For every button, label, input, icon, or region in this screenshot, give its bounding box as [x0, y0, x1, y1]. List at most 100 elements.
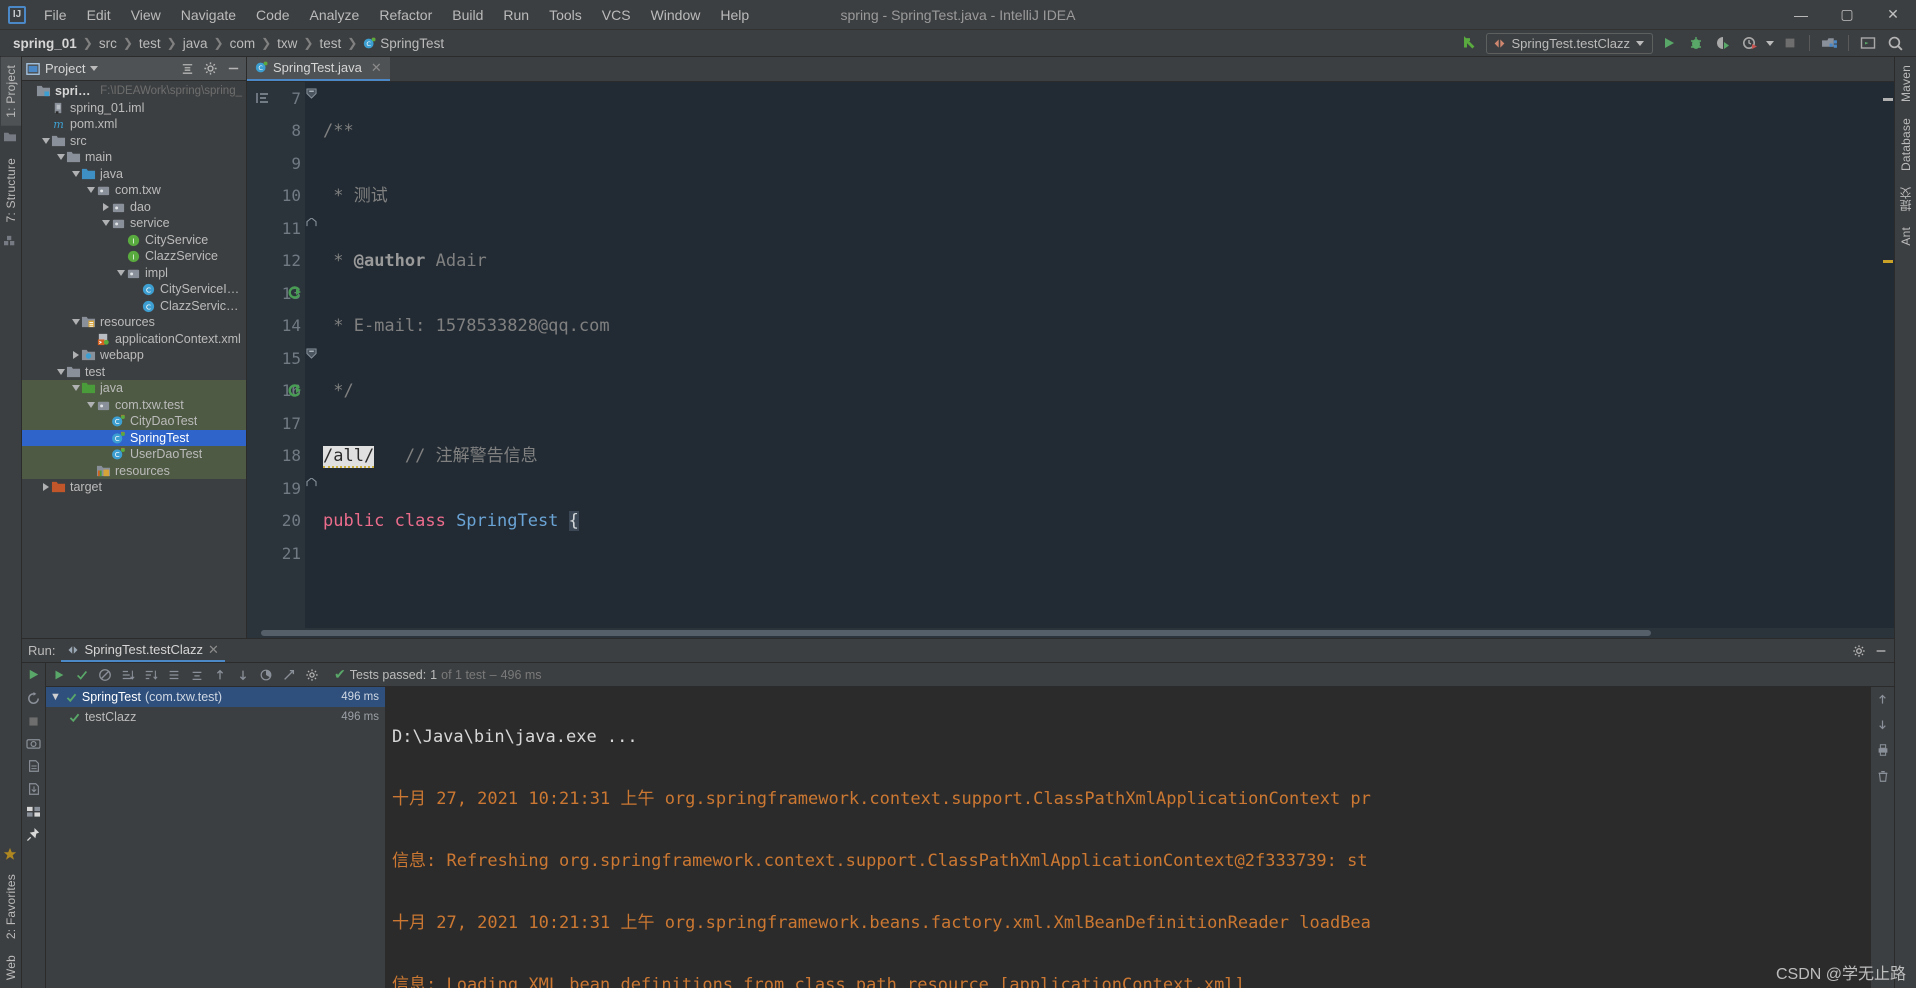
- close-icon[interactable]: ✕: [371, 60, 382, 76]
- menu-run[interactable]: Run: [493, 3, 539, 27]
- trash-icon[interactable]: [1876, 769, 1890, 783]
- gutter-line-19[interactable]: 19: [247, 472, 305, 505]
- fold-column[interactable]: [305, 82, 319, 628]
- menu-window[interactable]: Window: [641, 3, 711, 27]
- gutter-line-7[interactable]: 7: [247, 82, 305, 115]
- gutter-line-11[interactable]: 11: [247, 212, 305, 245]
- build-project-icon[interactable]: [1818, 32, 1840, 54]
- stop-icon[interactable]: [27, 715, 40, 728]
- code-text[interactable]: /** * 测试 * @author Adair * E-mail: 15785…: [319, 82, 1880, 628]
- import-icon[interactable]: [27, 782, 41, 796]
- gutter-line-15[interactable]: 15: [247, 342, 305, 375]
- breadcrumb-item-src[interactable]: src: [94, 34, 122, 53]
- maximize-button[interactable]: ▢: [1824, 0, 1870, 29]
- twisty-down-icon[interactable]: [70, 319, 81, 326]
- run-with-coverage-icon[interactable]: [1712, 32, 1734, 54]
- gutter-line-18[interactable]: 18: [247, 440, 305, 473]
- previous-test-icon[interactable]: [213, 668, 227, 682]
- down-arrow-icon[interactable]: [1876, 718, 1889, 731]
- collapse-all-icon[interactable]: [190, 668, 204, 682]
- twisty-down-icon[interactable]: [85, 401, 96, 408]
- gutter-line-17[interactable]: 17: [247, 407, 305, 440]
- tab-springtest-java[interactable]: C SpringTest.java ✕: [247, 56, 390, 81]
- code-editor[interactable]: 7 8 9 10 11 12 13 14 15 16 17 18 19 20 21 /** * 测试 * @…: [247, 82, 1894, 628]
- editor-gutter[interactable]: 7 8 9 10 11 12 13 14 15 16 17 18 19 20 21: [247, 82, 305, 628]
- twisty-down-icon[interactable]: [115, 269, 126, 276]
- breadcrumb-item-txw[interactable]: txw: [272, 34, 302, 53]
- tree-item-cityservice[interactable]: I CityService: [22, 232, 246, 249]
- twisty-down-icon[interactable]: [40, 137, 51, 144]
- gutter-line-10[interactable]: 10: [247, 180, 305, 213]
- chevron-down-icon[interactable]: [90, 66, 99, 71]
- gear-icon[interactable]: [1852, 644, 1866, 658]
- close-button[interactable]: ✕: [1870, 0, 1916, 29]
- tree-item-spring-01-iml[interactable]: spring_01.iml: [22, 100, 246, 117]
- expand-all-icon[interactable]: [167, 668, 181, 682]
- sidebar-item-commit-tab[interactable]: 提交: [1894, 179, 1916, 219]
- tree-item-main[interactable]: main: [22, 149, 246, 166]
- tree-item-target[interactable]: target: [22, 479, 246, 496]
- test-settings-icon[interactable]: [305, 668, 319, 682]
- gutter-doc-icon[interactable]: [255, 90, 271, 106]
- breadcrumb-item-com[interactable]: com: [225, 34, 261, 53]
- stop-icon[interactable]: [1779, 32, 1801, 54]
- rerun-icon[interactable]: [26, 667, 41, 682]
- gutter-line-20[interactable]: 20: [247, 505, 305, 538]
- menu-file[interactable]: File: [34, 3, 77, 27]
- run-tab-springtest-testclazz[interactable]: SpringTest.testClazz ✕: [61, 640, 225, 662]
- breadcrumb-item-test2[interactable]: test: [314, 34, 346, 53]
- menu-refactor[interactable]: Refactor: [369, 3, 442, 27]
- print-icon[interactable]: [1876, 743, 1890, 757]
- twisty-down-icon[interactable]: [85, 187, 96, 194]
- sidebar-item-project-tab[interactable]: 1: Project: [0, 57, 21, 126]
- up-arrow-icon[interactable]: [1876, 693, 1889, 706]
- export-icon[interactable]: [27, 759, 41, 773]
- sidebar-item-structure-tab[interactable]: 7: Structure: [1, 150, 21, 230]
- folder-icon[interactable]: [3, 131, 19, 145]
- camera-icon[interactable]: [26, 737, 41, 750]
- sort-by-duration-icon[interactable]: [144, 668, 158, 682]
- tree-item-impl[interactable]: impl: [22, 265, 246, 282]
- breadcrumb-item-springtest[interactable]: C SpringTest: [358, 34, 449, 53]
- menu-build[interactable]: Build: [442, 3, 493, 27]
- console-output[interactable]: D:\Java\bin\java.exe ... 十月 27, 2021 10:…: [386, 687, 1870, 988]
- terminal-icon[interactable]: [1857, 32, 1879, 54]
- twisty-down-icon[interactable]: [55, 154, 66, 161]
- tree-item-springtest[interactable]: C SpringTest: [22, 429, 246, 446]
- menu-view[interactable]: View: [121, 3, 171, 27]
- sidebar-item-database-tab[interactable]: Database: [1896, 110, 1916, 179]
- tree-item-spring-01[interactable]: spring_01 F:\IDEAWork\spring\spring_: [22, 83, 246, 100]
- tree-item-com-txw-test[interactable]: com.txw.test: [22, 396, 246, 413]
- next-test-icon[interactable]: [236, 668, 250, 682]
- tree-item-service[interactable]: service: [22, 215, 246, 232]
- tree-item-userdaotest[interactable]: C UserDaoTest: [22, 446, 246, 463]
- gutter-line-12[interactable]: 12: [247, 245, 305, 278]
- sort-alphabetically-icon[interactable]: [121, 668, 135, 682]
- close-icon[interactable]: ✕: [208, 642, 219, 658]
- twisty-down-icon[interactable]: [70, 170, 81, 177]
- coverage-icon[interactable]: [259, 668, 273, 682]
- breadcrumb-item-test[interactable]: test: [134, 34, 166, 53]
- sidebar-item-web-tab[interactable]: Web: [1, 947, 21, 988]
- test-results-tree[interactable]: ▼ SpringTest (com.txw.test) 496 ms testC…: [46, 687, 386, 988]
- run-configuration-selector[interactable]: SpringTest.testClazz: [1485, 32, 1653, 54]
- editor-horizontal-scrollbar[interactable]: [247, 628, 1894, 638]
- profile-dropdown-icon[interactable]: [1766, 40, 1774, 46]
- tree-item-java[interactable]: java: [22, 380, 246, 397]
- twisty-down-icon[interactable]: [55, 368, 66, 375]
- debug-icon[interactable]: [1685, 32, 1707, 54]
- tree-item-clazzservice[interactable]: I ClazzService: [22, 248, 246, 265]
- twisty-down-icon[interactable]: [100, 220, 111, 227]
- tree-item-webapp[interactable]: webapp: [22, 347, 246, 364]
- hide-icon[interactable]: [224, 60, 242, 78]
- sidebar-item-maven-tab[interactable]: Maven: [1896, 57, 1916, 110]
- gutter-line-13[interactable]: 13: [247, 277, 305, 310]
- gutter-line-16[interactable]: 16: [247, 375, 305, 408]
- gutter-line-8[interactable]: 8: [247, 115, 305, 148]
- gear-icon[interactable]: [201, 60, 219, 78]
- minimize-button[interactable]: —: [1778, 0, 1824, 29]
- scrollbar-thumb[interactable]: [261, 630, 1651, 636]
- star-icon[interactable]: [3, 847, 19, 861]
- show-ignored-icon[interactable]: [98, 668, 112, 682]
- tree-item-citydaotest[interactable]: C CityDaoTest: [22, 413, 246, 430]
